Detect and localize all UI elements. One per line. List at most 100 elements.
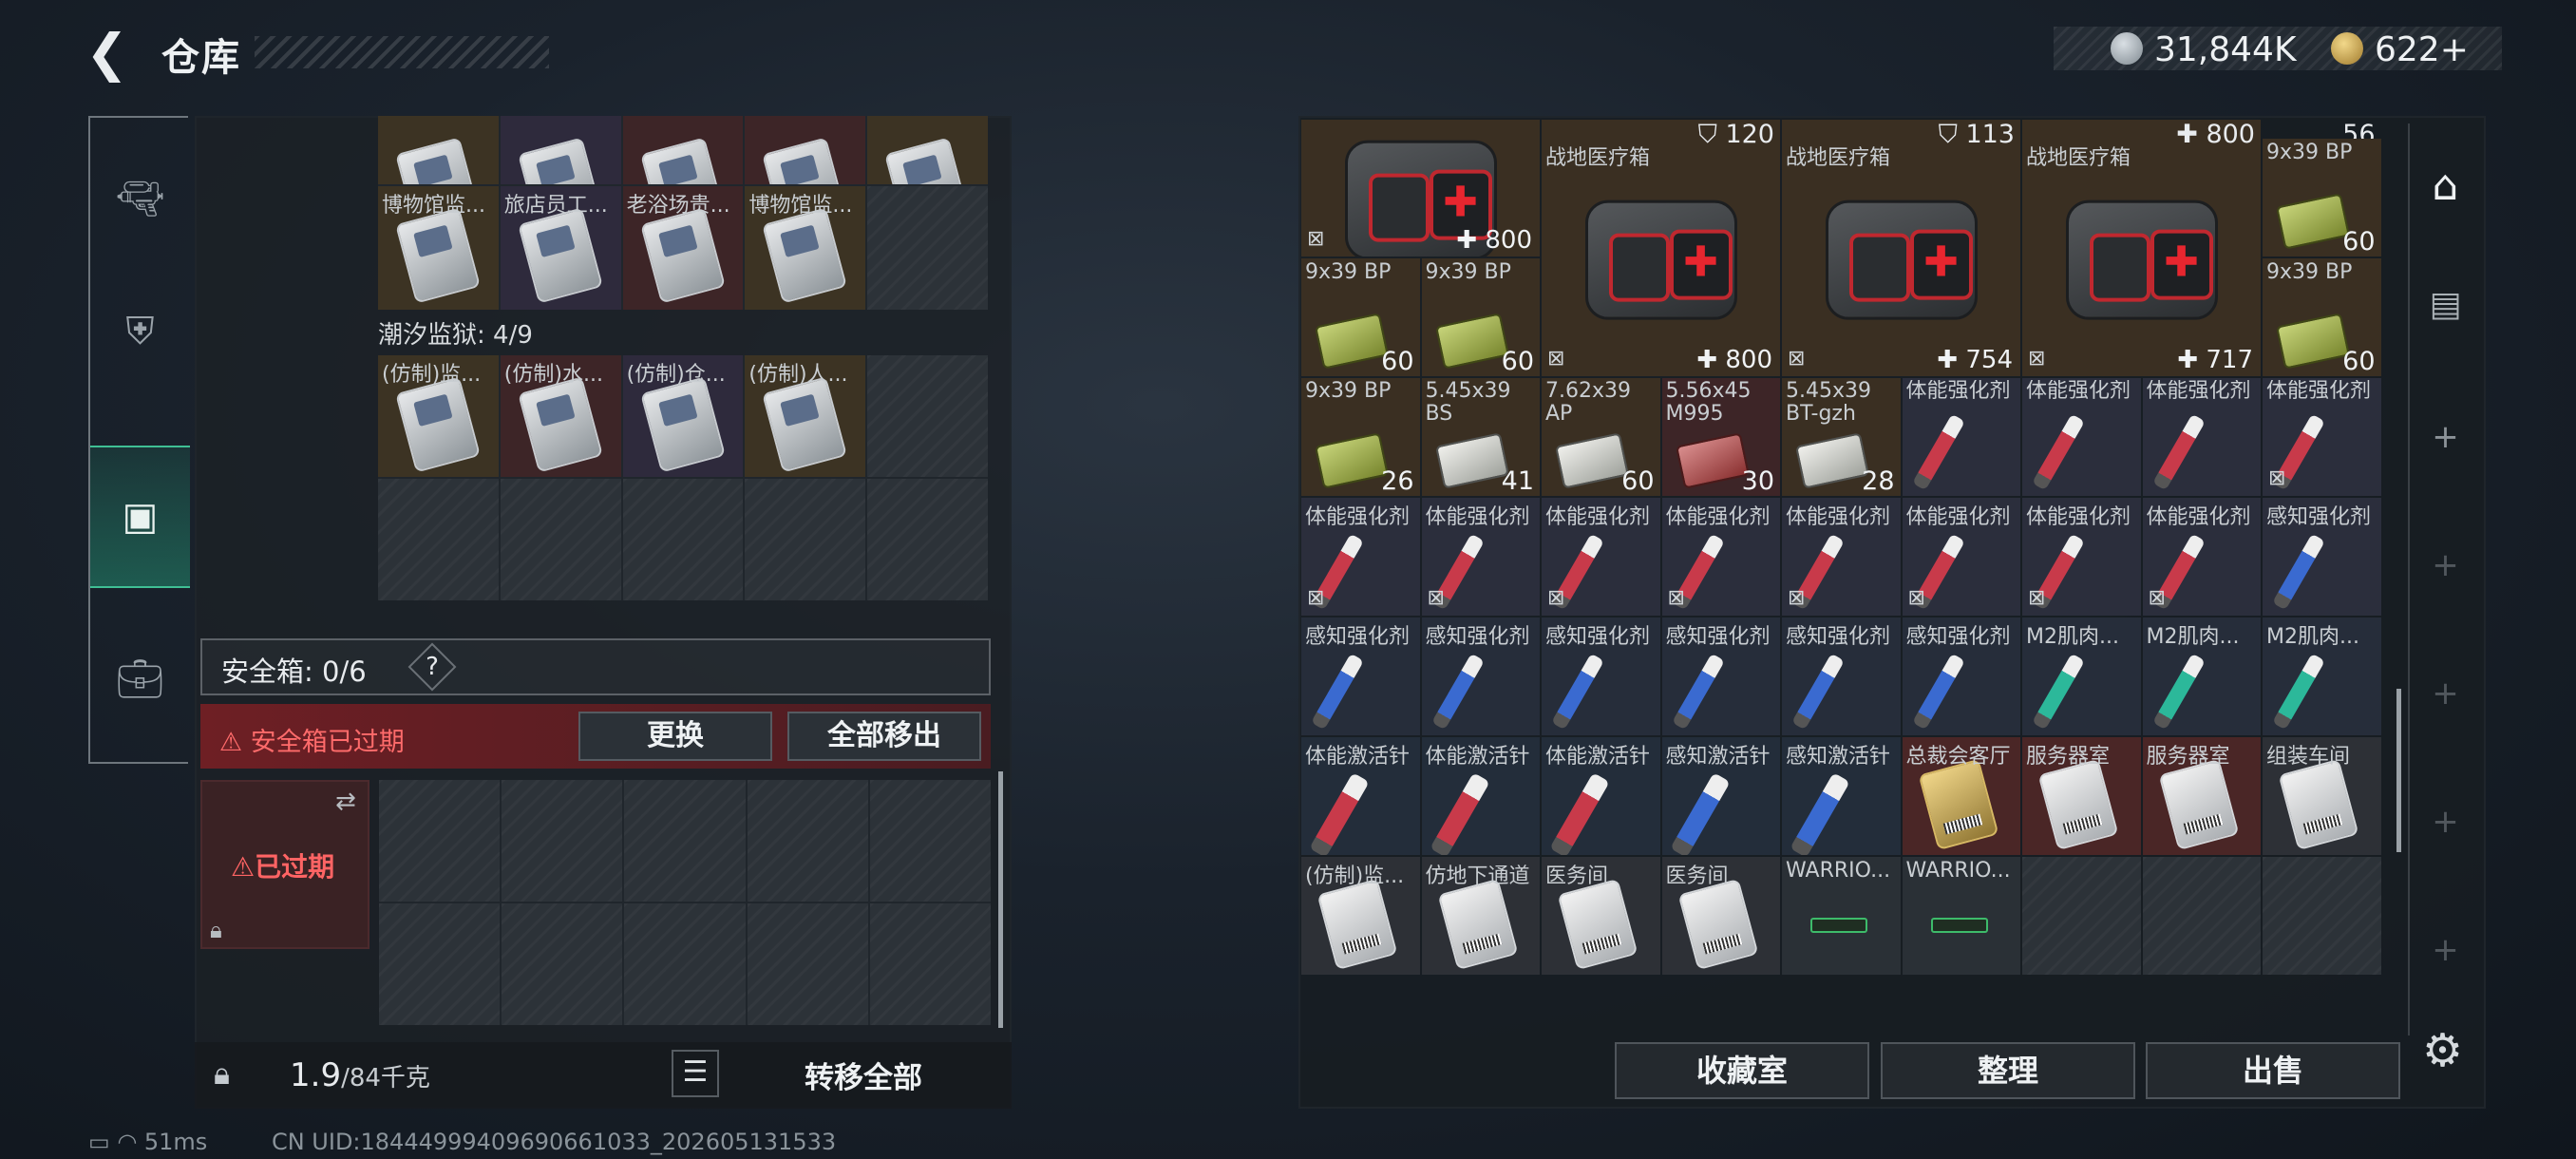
inventory-slot[interactable]: (仿制)监... xyxy=(1301,857,1420,975)
inventory-slot[interactable]: 30 5.56x45 M995 xyxy=(1661,378,1780,496)
inventory-slot[interactable]: 感知强化剂 xyxy=(1661,618,1780,735)
inventory-slot[interactable]: 感知激活针 xyxy=(1661,737,1780,855)
back-arrow-icon[interactable]: ❮ xyxy=(85,25,142,82)
inventory-slot[interactable]: 感知激活针 xyxy=(1782,737,1901,855)
case-slot[interactable] xyxy=(747,780,868,902)
plus-icon[interactable]: + xyxy=(2410,418,2481,456)
inventory-slot[interactable]: 体能强化剂 xyxy=(2142,378,2261,496)
replace-button[interactable]: 更换 xyxy=(578,712,772,761)
inventory-slot[interactable]: 体能强化剂 ⊠ xyxy=(1902,498,2020,616)
inventory-slot[interactable] xyxy=(2022,857,2141,975)
ammo-slot[interactable]: 9x39 BP 60 xyxy=(1301,258,1420,376)
inventory-slot[interactable] xyxy=(867,479,988,600)
inventory-slot[interactable] xyxy=(2142,857,2261,975)
sell-button[interactable]: 出售 xyxy=(2146,1042,2400,1099)
inventory-slot[interactable] xyxy=(867,355,988,477)
ammo-slot[interactable]: 9x39 BP 60 xyxy=(2263,139,2381,256)
swap-icon[interactable]: ⇄ xyxy=(335,788,356,816)
ammo-slot[interactable]: 9x39 BP 60 xyxy=(1421,258,1540,376)
inventory-slot[interactable] xyxy=(2263,857,2381,975)
medkit-slot[interactable]: 战地医疗箱✚ 800⊠ xyxy=(1542,120,1780,376)
inventory-slot[interactable]: (仿制)监... xyxy=(378,355,499,477)
inventory-slot[interactable]: 感知强化剂 xyxy=(1902,618,2020,735)
inventory-slot[interactable]: (仿制)水... xyxy=(500,355,621,477)
inventory-slot[interactable]: 服务器室 xyxy=(2022,737,2141,855)
inventory-slot[interactable]: M2肌肉... xyxy=(2263,618,2381,735)
plus-icon[interactable]: + xyxy=(2410,931,2481,969)
case-slot[interactable] xyxy=(502,903,623,1025)
inventory-slot[interactable]: 感知强化剂 xyxy=(1782,618,1901,735)
inventory-slot[interactable]: 体能激活针 xyxy=(1421,737,1540,855)
case-slot[interactable] xyxy=(747,903,868,1025)
inventory-slot[interactable]: 博物馆监... xyxy=(745,186,866,310)
inventory-slot[interactable]: 体能强化剂 xyxy=(1902,378,2020,496)
help-icon[interactable]: ? xyxy=(407,642,457,692)
inventory-slot[interactable]: ⊠ 体能强化剂 xyxy=(2263,378,2381,496)
case-slot[interactable] xyxy=(379,780,501,902)
inventory-slot[interactable] xyxy=(500,479,621,600)
inventory-slot[interactable]: 医务间 xyxy=(1542,857,1660,975)
inventory-slot[interactable]: 体能激活针 xyxy=(1542,737,1660,855)
inventory-slot[interactable]: M2肌肉... xyxy=(2022,618,2141,735)
safe-case-slot[interactable]: ⚠已过期 ⇄ 🔒︎ xyxy=(200,780,369,949)
vehicle-icon[interactable]: ▤ xyxy=(2410,285,2481,324)
inventory-slot[interactable]: 感知强化剂 xyxy=(1301,618,1420,735)
inventory-slot[interactable]: 体能强化剂 xyxy=(2022,378,2141,496)
medkit-slot[interactable]: 战地医疗箱✚ 754⊠ xyxy=(1782,120,2020,376)
inventory-slot[interactable]: 仿地下通道 xyxy=(1421,857,1540,975)
inventory-slot[interactable] xyxy=(745,116,866,184)
inventory-slot[interactable]: 总裁会客厅 xyxy=(1902,737,2020,855)
inventory-slot[interactable]: WARRIO... xyxy=(1782,857,1901,975)
inventory-slot[interactable]: 感知强化剂 xyxy=(1542,618,1660,735)
transfer-all-button[interactable]: 转移全部 xyxy=(805,1054,922,1096)
move-all-out-button[interactable]: 全部移出 xyxy=(787,712,981,761)
inventory-slot[interactable]: 28 5.45x39 BT-gzh xyxy=(1782,378,1901,496)
inventory-slot[interactable]: 体能强化剂 ⊠ xyxy=(2142,498,2261,616)
inventory-slot[interactable]: 感知强化剂 xyxy=(2263,498,2381,616)
inventory-slot[interactable] xyxy=(745,479,866,600)
gear-icon[interactable]: ⚙ xyxy=(2422,1024,2463,1077)
case-slot[interactable] xyxy=(869,903,991,1025)
inventory-slot[interactable]: 旅店员工... xyxy=(500,186,621,310)
inventory-slot[interactable] xyxy=(622,116,744,184)
medkit-slot[interactable]: 战地医疗箱✚ 717⊠ xyxy=(2022,120,2261,376)
inventory-slot[interactable]: 老浴场贵... xyxy=(622,186,744,310)
case-slot[interactable] xyxy=(624,780,746,902)
inventory-slot[interactable]: M2肌肉... xyxy=(2142,618,2261,735)
medkit-slot[interactable]: ✚ 800 ⊠ xyxy=(1301,120,1540,256)
plus-icon[interactable]: + xyxy=(2410,803,2481,841)
inventory-slot[interactable]: (仿制)人... xyxy=(745,355,866,477)
inventory-slot[interactable]: WARRIO... xyxy=(1902,857,2020,975)
inventory-slot[interactable]: 60 7.62x39 AP xyxy=(1542,378,1660,496)
armor-icon[interactable]: ⛨ xyxy=(90,284,190,379)
inventory-slot[interactable]: 体能强化剂 ⊠ xyxy=(1542,498,1660,616)
inventory-slot[interactable]: 41 5.45x39 BS xyxy=(1421,378,1540,496)
case-slot[interactable] xyxy=(869,780,991,902)
right-scrollbar[interactable] xyxy=(2396,689,2401,852)
inventory-slot[interactable]: 体能强化剂 ⊠ xyxy=(1301,498,1420,616)
inventory-slot[interactable]: 26 9x39 BP xyxy=(1301,378,1420,496)
inventory-slot[interactable]: 感知强化剂 xyxy=(1421,618,1540,735)
inventory-slot[interactable] xyxy=(378,479,499,600)
ammo-slot[interactable]: 9x39 BP 60 xyxy=(2263,258,2381,376)
collection-room-button[interactable]: 收藏室 xyxy=(1615,1042,1869,1099)
backpack-icon[interactable]: ▣ xyxy=(90,446,190,588)
inventory-slot[interactable]: 服务器室 xyxy=(2142,737,2261,855)
inventory-slot[interactable] xyxy=(378,116,499,184)
warehouse-icon[interactable]: ⌂ xyxy=(2410,162,2481,210)
case-slot[interactable] xyxy=(379,903,501,1025)
inventory-slot[interactable]: (仿制)仓... xyxy=(622,355,744,477)
inventory-slot[interactable]: 体能强化剂 ⊠ xyxy=(1661,498,1780,616)
inventory-slot[interactable]: 博物馆监... xyxy=(378,186,499,310)
inventory-slot[interactable] xyxy=(867,116,988,184)
briefcase-icon[interactable]: 💼︎ xyxy=(90,631,190,726)
inventory-slot[interactable]: 组装车间 xyxy=(2263,737,2381,855)
inventory-slot[interactable]: 体能强化剂 ⊠ xyxy=(2022,498,2141,616)
inventory-slot[interactable] xyxy=(867,186,988,310)
list-icon[interactable]: ☰ xyxy=(672,1050,719,1097)
inventory-slot[interactable]: 体能激活针 xyxy=(1301,737,1420,855)
case-slot[interactable] xyxy=(502,780,623,902)
inventory-slot[interactable] xyxy=(500,116,621,184)
gun-icon[interactable]: 🔫︎ xyxy=(90,151,190,246)
inventory-slot[interactable]: 体能强化剂 ⊠ xyxy=(1782,498,1901,616)
